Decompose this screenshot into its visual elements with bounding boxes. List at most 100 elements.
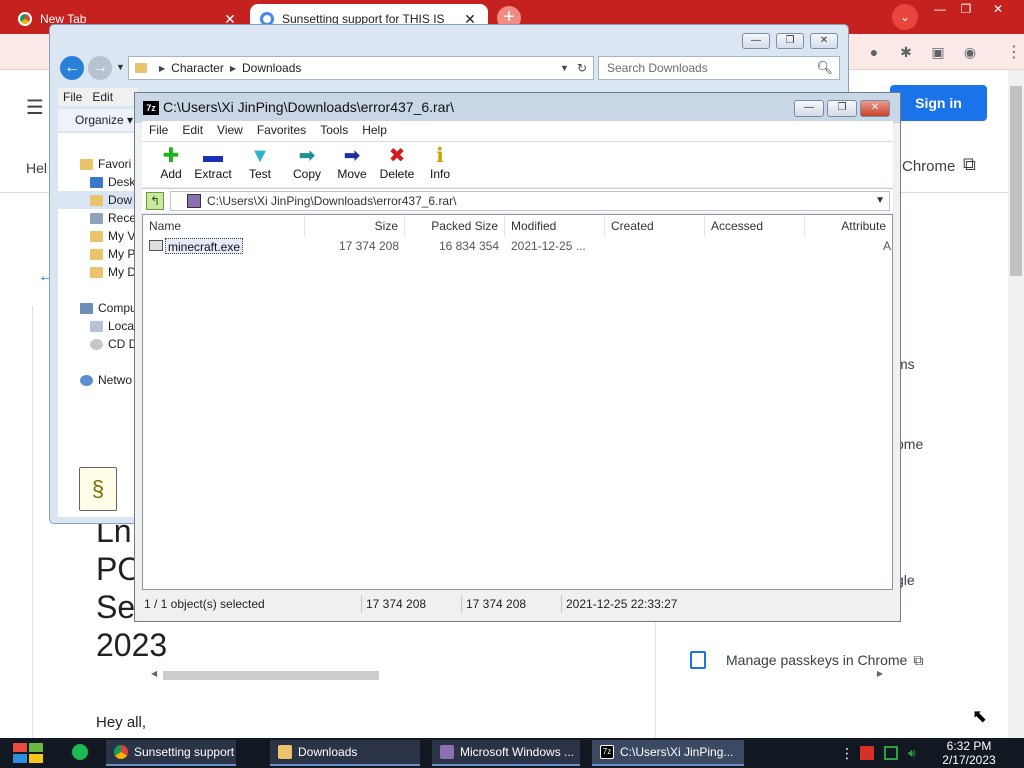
external-link-icon: ⧉ bbox=[913, 651, 924, 668]
column-header-size[interactable]: Size bbox=[305, 215, 405, 237]
chrome-link[interactable]: Chrome bbox=[902, 158, 955, 175]
menu-edit[interactable]: Edit bbox=[87, 88, 118, 106]
column-header-attributes[interactable]: Attribute bbox=[805, 215, 892, 237]
nav-item-desktop[interactable]: Desk bbox=[58, 173, 138, 191]
menu-file[interactable]: File bbox=[58, 88, 87, 106]
recent-places-icon bbox=[90, 212, 103, 224]
menu-help[interactable]: Help bbox=[355, 121, 394, 141]
external-link-icon[interactable]: ⧉ bbox=[963, 154, 976, 175]
sign-in-button[interactable]: Sign in bbox=[890, 85, 987, 121]
nav-item-my-videos[interactable]: My V bbox=[58, 227, 138, 245]
sidepanel-icon[interactable]: ▣ bbox=[929, 44, 947, 62]
menu-tools[interactable]: Tools bbox=[313, 121, 355, 141]
article-greeting: Hey all, bbox=[96, 714, 147, 731]
column-header-modified[interactable]: Modified bbox=[505, 215, 605, 237]
minimize-button[interactable]: — bbox=[794, 100, 824, 117]
close-button[interactable]: ✕ bbox=[860, 100, 890, 117]
nav-item-favorites[interactable]: Favori bbox=[58, 155, 138, 173]
breadcrumb-item[interactable]: Character bbox=[171, 61, 224, 75]
info-button[interactable]: ℹ Info bbox=[426, 145, 454, 181]
minimize-button[interactable]: — bbox=[926, 2, 954, 18]
menu-edit[interactable]: Edit bbox=[175, 121, 210, 141]
taskbar-item-microsoft-windows[interactable]: Microsoft Windows ... bbox=[432, 740, 580, 766]
nav-item-cd-drive[interactable]: CD D bbox=[58, 335, 138, 353]
column-header-accessed[interactable]: Accessed bbox=[705, 215, 805, 237]
folder-icon bbox=[90, 230, 103, 242]
restore-button[interactable]: ❐ bbox=[776, 33, 804, 49]
nav-item-my-documents[interactable]: My D bbox=[58, 263, 138, 281]
address-bar[interactable]: ▶ Character ▶ Downloads ▼ ↻ bbox=[128, 56, 594, 80]
nav-item-network[interactable]: Netwo bbox=[58, 371, 138, 389]
menu-file[interactable]: File bbox=[142, 121, 175, 141]
chevron-down-icon[interactable]: ▼ bbox=[560, 63, 569, 73]
add-button[interactable]: ✚ Add bbox=[154, 145, 188, 181]
nav-item-my-pictures[interactable]: My P bbox=[58, 245, 138, 263]
recent-pages-dropdown-icon[interactable]: ▼ bbox=[116, 62, 125, 72]
search-placeholder: Search Downloads bbox=[607, 61, 708, 75]
search-icon[interactable]: 🔍︎ bbox=[816, 57, 833, 79]
delete-button[interactable]: ✖ Delete bbox=[376, 145, 418, 181]
forward-button[interactable]: → bbox=[88, 56, 112, 80]
extension-icon[interactable]: ● bbox=[865, 44, 883, 62]
menu-view[interactable]: View bbox=[210, 121, 250, 141]
network-icon[interactable] bbox=[884, 746, 898, 760]
tray-overflow-icon[interactable]: ⋮ bbox=[840, 745, 854, 762]
volume-icon[interactable]: 🔊︎ bbox=[908, 746, 922, 760]
nav-item-local-disk[interactable]: Loca bbox=[58, 317, 138, 335]
hamburger-menu-icon[interactable]: ☰ bbox=[26, 95, 44, 120]
organize-button[interactable]: Organize ▾ bbox=[58, 109, 138, 131]
taskbar-item-label: Downloads bbox=[298, 745, 358, 759]
scroll-left-icon[interactable]: ◀ bbox=[151, 669, 157, 678]
taskbar-item-7zip[interactable]: 7z C:\Users\Xi JinPing... bbox=[592, 740, 744, 766]
file-name[interactable]: minecraft.exe bbox=[165, 238, 244, 254]
scrollbar-thumb[interactable] bbox=[1010, 86, 1022, 276]
7zip-titlebar[interactable]: 7z C:\Users\Xi JinPing\Downloads\error43… bbox=[135, 93, 900, 123]
nav-item-computer[interactable]: Compu bbox=[58, 299, 138, 317]
folder-up-icon[interactable]: ↰ bbox=[146, 192, 164, 210]
restore-button[interactable]: ❐ bbox=[952, 2, 980, 18]
test-button[interactable]: ▼ Test bbox=[244, 145, 276, 181]
search-input[interactable]: Search Downloads 🔍︎ bbox=[598, 56, 840, 80]
minimize-button[interactable]: — bbox=[742, 33, 770, 49]
taskbar-item-chrome[interactable]: Sunsetting support ... bbox=[106, 740, 236, 766]
extract-button[interactable]: ▬ Extract bbox=[190, 145, 236, 181]
status-size: 17 374 208 bbox=[366, 597, 427, 611]
chrome-favicon-icon bbox=[18, 12, 32, 26]
nav-item-recent[interactable]: Rece bbox=[58, 209, 138, 227]
breadcrumb-item[interactable]: Downloads bbox=[242, 61, 301, 75]
manage-passkeys-link[interactable]: Manage passkeys in Chrome ⧉ bbox=[690, 651, 923, 669]
column-header-packed-size[interactable]: Packed Size bbox=[405, 215, 505, 237]
file-packed-size: 16 834 354 bbox=[438, 239, 499, 253]
table-row[interactable]: minecraft.exe 17 374 208 16 834 354 2021… bbox=[143, 237, 892, 255]
menu-favorites[interactable]: Favorites bbox=[250, 121, 313, 141]
action-center-flag-icon[interactable] bbox=[860, 746, 874, 760]
tool-label: Add bbox=[160, 167, 182, 181]
column-header-created[interactable]: Created bbox=[605, 215, 705, 237]
tab-search-button[interactable]: ⌄ bbox=[892, 4, 918, 30]
chevron-down-icon[interactable]: ▼ bbox=[875, 192, 885, 210]
start-button[interactable] bbox=[10, 740, 44, 766]
taskbar-item-downloads[interactable]: Downloads bbox=[270, 740, 420, 766]
tool-label: Delete bbox=[379, 167, 415, 181]
nav-item-downloads[interactable]: Dow bbox=[58, 191, 138, 209]
chrome-menu-icon[interactable]: ⋮ bbox=[1006, 42, 1022, 62]
close-button[interactable]: ✕ bbox=[984, 2, 1012, 18]
move-button[interactable]: ➡ Move bbox=[333, 145, 371, 181]
help-link[interactable]: Hel bbox=[26, 160, 47, 176]
back-button[interactable]: ← bbox=[60, 56, 84, 80]
taskbar-clock[interactable]: 6:32 PM 2/17/2023 bbox=[938, 739, 1000, 767]
copy-button[interactable]: ➡ Copy bbox=[287, 145, 327, 181]
close-button[interactable]: ✕ bbox=[810, 33, 838, 49]
puzzle-icon[interactable]: ✱ bbox=[897, 44, 915, 62]
tool-label: Extract bbox=[194, 167, 232, 181]
spotify-pinned-icon[interactable] bbox=[72, 744, 88, 760]
7zip-path-combobox[interactable]: C:\Users\Xi JinPing\Downloads\error437_6… bbox=[170, 191, 890, 211]
scrollbar-thumb[interactable] bbox=[163, 671, 379, 680]
7zip-file-list[interactable]: Name Size Packed Size Modified Created A… bbox=[142, 214, 893, 680]
restore-button[interactable]: ❐ bbox=[827, 100, 857, 117]
scroll-right-icon[interactable]: ▶ bbox=[877, 669, 883, 678]
column-header-name[interactable]: Name bbox=[143, 215, 305, 237]
profile-icon[interactable]: ◉ bbox=[961, 44, 979, 62]
refresh-icon[interactable]: ↻ bbox=[577, 61, 587, 75]
horizontal-scrollbar[interactable]: ◀ ▶ bbox=[147, 669, 887, 683]
